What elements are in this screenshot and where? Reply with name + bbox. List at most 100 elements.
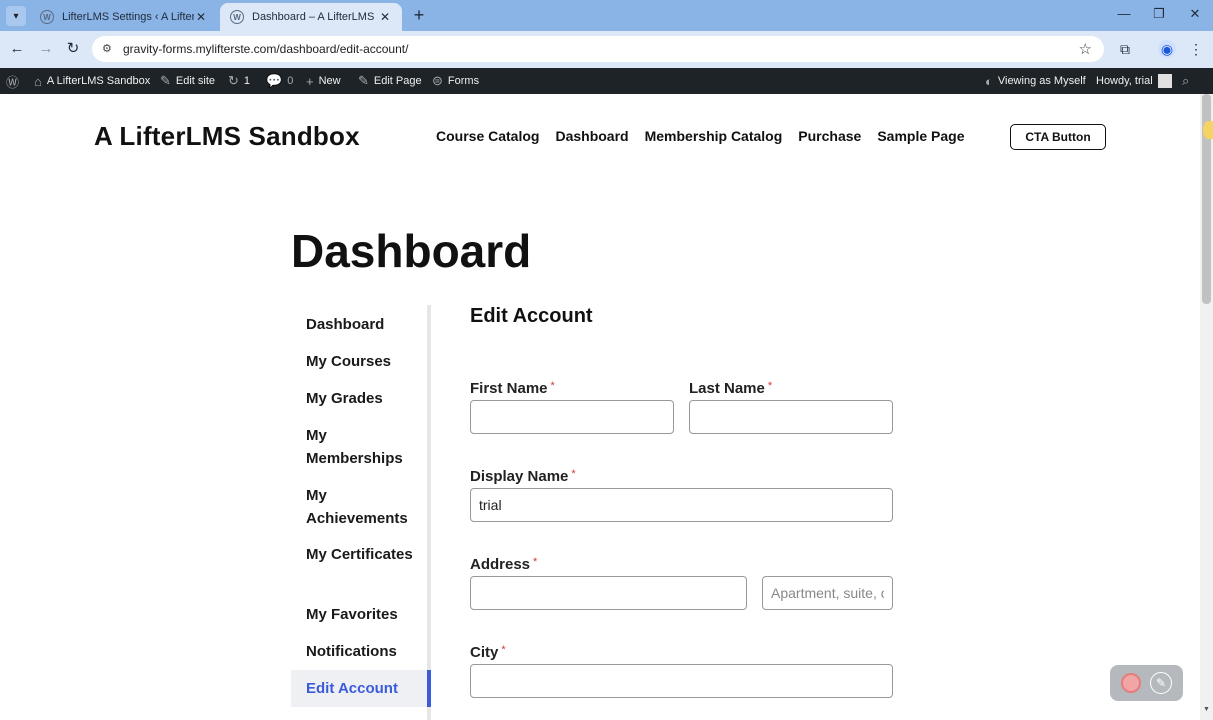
first-name-label-text: First Name bbox=[470, 380, 548, 397]
record-icon[interactable] bbox=[1121, 673, 1141, 693]
first-name-field[interactable] bbox=[470, 400, 674, 434]
last-name-label-text: Last Name bbox=[689, 380, 765, 397]
adminbar-new-label: New bbox=[318, 75, 341, 87]
tab-title: Dashboard – A LifterLMS Sandb bbox=[252, 11, 378, 23]
adminbar-edit-site-label: Edit site bbox=[175, 75, 216, 87]
nav-item-purchase[interactable]: Purchase bbox=[798, 128, 861, 144]
adminbar-site-name-label: A LifterLMS Sandbox bbox=[46, 75, 151, 87]
cursor-highlight bbox=[1203, 121, 1213, 139]
sidebar-item-my-achievements[interactable]: My Achievements bbox=[306, 484, 424, 530]
wordpress-icon: W bbox=[230, 10, 244, 24]
profile-icon[interactable]: ◉ bbox=[1158, 40, 1176, 58]
comments-count: 0 bbox=[287, 75, 294, 87]
sidebar-item-my-courses[interactable]: My Courses bbox=[306, 350, 424, 373]
tab-search-button[interactable]: ▾ bbox=[6, 6, 26, 26]
close-window-icon[interactable]: ✕ bbox=[1185, 6, 1205, 22]
restore-icon[interactable]: ❐ bbox=[1149, 6, 1169, 22]
wp-logo-icon[interactable]: Ⓦ bbox=[6, 68, 19, 94]
dashboard-sidebar: Dashboard My Courses My Grades My Member… bbox=[291, 305, 431, 720]
adminbar-edit-page[interactable]: ✎ Edit Page bbox=[358, 68, 422, 94]
close-icon[interactable]: ✕ bbox=[194, 10, 208, 24]
required-mark: * bbox=[550, 380, 555, 392]
adminbar-viewing-as-label: Viewing as Myself bbox=[997, 75, 1086, 87]
scroll-down-icon[interactable]: ▼ bbox=[1203, 706, 1210, 713]
pen-icon[interactable]: ✎ bbox=[1150, 672, 1172, 694]
search-icon[interactable]: ⌕ bbox=[1182, 68, 1189, 94]
nav-item-dashboard[interactable]: Dashboard bbox=[555, 128, 628, 144]
last-name-field[interactable] bbox=[689, 400, 893, 434]
city-label: City * bbox=[470, 644, 506, 661]
adminbar-updates[interactable]: ↻ 1 bbox=[228, 68, 250, 94]
new-tab-button[interactable]: + bbox=[409, 5, 429, 25]
tab-title: LifterLMS Settings ‹ A LifterLMS bbox=[62, 11, 194, 23]
adminbar-edit-page-label: Edit Page bbox=[373, 75, 422, 87]
recorder-widget: ✎ bbox=[1110, 665, 1183, 701]
page-scrollbar[interactable]: ▲ ▼ bbox=[1200, 94, 1213, 720]
required-mark: * bbox=[571, 468, 576, 480]
browser-toolbar: ← → ↻ ⚙ gravity-forms.mylifterste.com/da… bbox=[0, 31, 1213, 68]
wp-admin-bar: Ⓦ ⌂ A LifterLMS Sandbox ✎ Edit site ↻ 1 … bbox=[0, 68, 1213, 94]
display-name-label: Display Name * bbox=[470, 468, 576, 485]
city-field[interactable] bbox=[470, 664, 893, 698]
address-label-text: Address bbox=[470, 556, 531, 573]
url-text: gravity-forms.mylifterste.com/dashboard/… bbox=[123, 42, 409, 56]
brush-icon: ✎ bbox=[160, 73, 171, 88]
sidebar-item-my-favorites[interactable]: My Favorites bbox=[306, 603, 424, 626]
adminbar-forms-label: Forms bbox=[447, 75, 480, 87]
sidebar-item-dashboard[interactable]: Dashboard bbox=[306, 313, 424, 336]
nav-item-membership-catalog[interactable]: Membership Catalog bbox=[645, 128, 783, 144]
primary-nav: Course Catalog Dashboard Membership Cata… bbox=[436, 128, 965, 144]
address-bar[interactable]: ⚙ gravity-forms.mylifterste.com/dashboar… bbox=[92, 36, 1104, 62]
forms-icon: ⊜ bbox=[432, 73, 443, 88]
comment-icon: 💬 bbox=[266, 73, 283, 88]
display-name-label-text: Display Name bbox=[470, 468, 569, 485]
adminbar-account[interactable]: Howdy, trial bbox=[1096, 68, 1172, 94]
adminbar-viewing-as[interactable]: ◐ Viewing as Myself bbox=[985, 68, 1086, 94]
reload-icon[interactable]: ↻ bbox=[64, 40, 82, 58]
required-mark: * bbox=[533, 556, 538, 568]
site-title[interactable]: A LifterLMS Sandbox bbox=[94, 121, 360, 152]
adminbar-site-name[interactable]: ⌂ A LifterLMS Sandbox bbox=[34, 68, 150, 94]
close-icon[interactable]: ✕ bbox=[378, 10, 392, 24]
updates-icon: ↻ bbox=[228, 73, 239, 88]
cta-button[interactable]: CTA Button bbox=[1010, 124, 1106, 150]
adminbar-edit-site[interactable]: ✎ Edit site bbox=[160, 68, 215, 94]
home-icon: ⌂ bbox=[34, 73, 42, 89]
site-info-icon[interactable]: ⚙ bbox=[102, 42, 116, 56]
sidebar-item-my-certificates[interactable]: My Certificates bbox=[306, 543, 424, 566]
forward-icon[interactable]: → bbox=[37, 40, 55, 58]
address2-field[interactable] bbox=[762, 576, 893, 610]
sidebar-item-my-memberships[interactable]: My Memberships bbox=[306, 424, 424, 470]
adminbar-comments[interactable]: 💬 0 bbox=[266, 68, 293, 94]
active-indicator bbox=[427, 670, 431, 707]
nav-item-sample-page[interactable]: Sample Page bbox=[877, 128, 964, 144]
sidebar-item-edit-account[interactable]: Edit Account bbox=[291, 670, 431, 707]
browser-tab-strip: ▾ W LifterLMS Settings ‹ A LifterLMS ✕ W… bbox=[0, 0, 1213, 31]
required-mark: * bbox=[501, 644, 506, 656]
plus-icon: + bbox=[306, 73, 314, 89]
address-field[interactable] bbox=[470, 576, 747, 610]
last-name-label: Last Name * bbox=[689, 380, 772, 397]
browser-tab-dashboard[interactable]: W Dashboard – A LifterLMS Sandb ✕ bbox=[220, 3, 402, 31]
pencil-icon: ✎ bbox=[358, 73, 369, 88]
adminbar-forms[interactable]: ⊜ Forms bbox=[432, 68, 479, 94]
display-name-field[interactable] bbox=[470, 488, 893, 522]
bookmark-star-icon[interactable]: ☆ bbox=[1079, 40, 1092, 58]
avatar bbox=[1157, 74, 1172, 88]
nav-item-course-catalog[interactable]: Course Catalog bbox=[436, 128, 539, 144]
adminbar-new[interactable]: + New bbox=[306, 68, 341, 94]
page-title: Dashboard bbox=[291, 225, 532, 277]
back-icon[interactable]: ← bbox=[8, 40, 26, 58]
city-label-text: City bbox=[470, 644, 499, 661]
minimize-icon[interactable]: — bbox=[1114, 6, 1134, 21]
view-icon: ◐ bbox=[985, 73, 993, 89]
first-name-label: First Name * bbox=[470, 380, 555, 397]
required-mark: * bbox=[767, 380, 773, 392]
section-title: Edit Account bbox=[470, 305, 593, 327]
menu-icon[interactable]: ⋮ bbox=[1187, 40, 1205, 58]
sidebar-item-my-grades[interactable]: My Grades bbox=[306, 387, 424, 410]
browser-tab-settings[interactable]: W LifterLMS Settings ‹ A LifterLMS ✕ bbox=[30, 3, 218, 31]
extensions-icon[interactable]: ⧉ bbox=[1116, 40, 1134, 58]
adminbar-howdy-label: Howdy, trial bbox=[1096, 75, 1153, 87]
sidebar-item-notifications[interactable]: Notifications bbox=[306, 640, 424, 663]
